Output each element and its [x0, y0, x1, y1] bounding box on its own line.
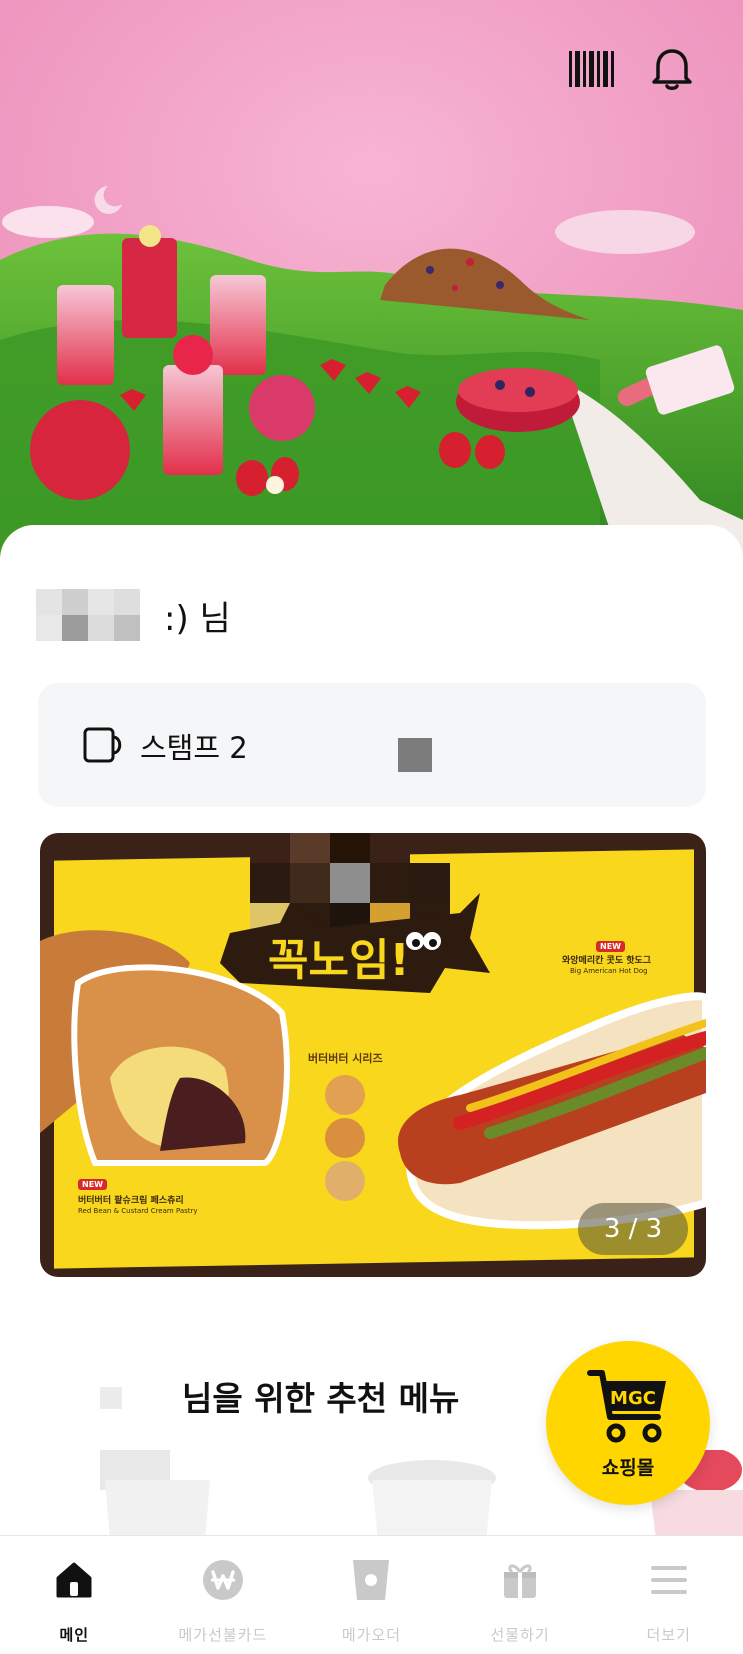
- hero-banner: [0, 0, 743, 560]
- svg-text:꼭노임!: 꼭노임!: [268, 935, 410, 986]
- nav-item-mega-order[interactable]: 메가오더: [297, 1536, 446, 1654]
- stamp-count: 스탬프 2: [140, 731, 248, 765]
- shopping-cart-icon: MGC: [587, 1369, 666, 1442]
- nav-label-gift: 선물하기: [490, 1626, 550, 1644]
- banner-page-indicator: 3 / 3: [578, 1203, 688, 1255]
- nav-label-more: 더보기: [646, 1626, 691, 1644]
- cup-icon: [349, 1558, 393, 1602]
- stamp-card[interactable]: 스탬프 2: [38, 683, 706, 807]
- blurred-username: [36, 589, 146, 641]
- nav-label-prepaid-card: 메가선불카드: [178, 1626, 268, 1644]
- bell-icon[interactable]: [647, 44, 697, 94]
- new-badge-left: NEW: [78, 1179, 107, 1190]
- right-product-en: Big American Hot Dog: [570, 967, 648, 975]
- recommend-title: 님을 위한 추천 메뉴: [182, 1379, 460, 1418]
- series-label: 버터버터 시리즈: [308, 1052, 383, 1065]
- hero-actions: [567, 44, 697, 94]
- nav-label-mega-order: 메가오더: [341, 1626, 402, 1644]
- left-product-en: Red Bean & Custard Cream Pastry: [78, 1207, 198, 1215]
- nav-label-main: 메인: [59, 1626, 90, 1644]
- promo-banner[interactable]: 꼭노임! NEW 와앙메리칸 콧도 핫도그 Big American Hot D…: [40, 833, 706, 1277]
- gift-icon: [498, 1558, 542, 1602]
- nav-item-main[interactable]: 메인: [0, 1536, 149, 1654]
- home-icon: [52, 1558, 96, 1602]
- won-coin-icon: [201, 1558, 245, 1602]
- new-badge-right: NEW: [596, 941, 625, 952]
- pixelated-mark: [398, 738, 432, 772]
- right-product-ko: 와앙메리칸 콧도 핫도그: [562, 956, 652, 966]
- shopping-mall-label: 쇼핑몰: [601, 1456, 655, 1479]
- nav-item-prepaid-card[interactable]: 메가선불카드: [149, 1536, 298, 1654]
- nav-item-more[interactable]: 더보기: [594, 1536, 743, 1654]
- greeting-suffix: :) 님: [164, 598, 231, 639]
- blurred-username-small: [100, 1387, 122, 1409]
- bottom-nav: 메인 메가선불카드 메가오더 선물하기 더보기: [0, 1535, 743, 1654]
- user-greeting: :) 님: [36, 589, 231, 641]
- shopping-mall-button[interactable]: MGC 쇼핑몰: [546, 1341, 710, 1505]
- barcode-icon[interactable]: [567, 44, 617, 94]
- mug-icon: [83, 727, 122, 763]
- menu-icon: [647, 1558, 691, 1602]
- svg-text:MGC: MGC: [610, 1388, 656, 1409]
- nav-item-gift[interactable]: 선물하기: [446, 1536, 595, 1654]
- left-product-ko: 버터버터 팥슈크림 페스츄리: [78, 1196, 184, 1206]
